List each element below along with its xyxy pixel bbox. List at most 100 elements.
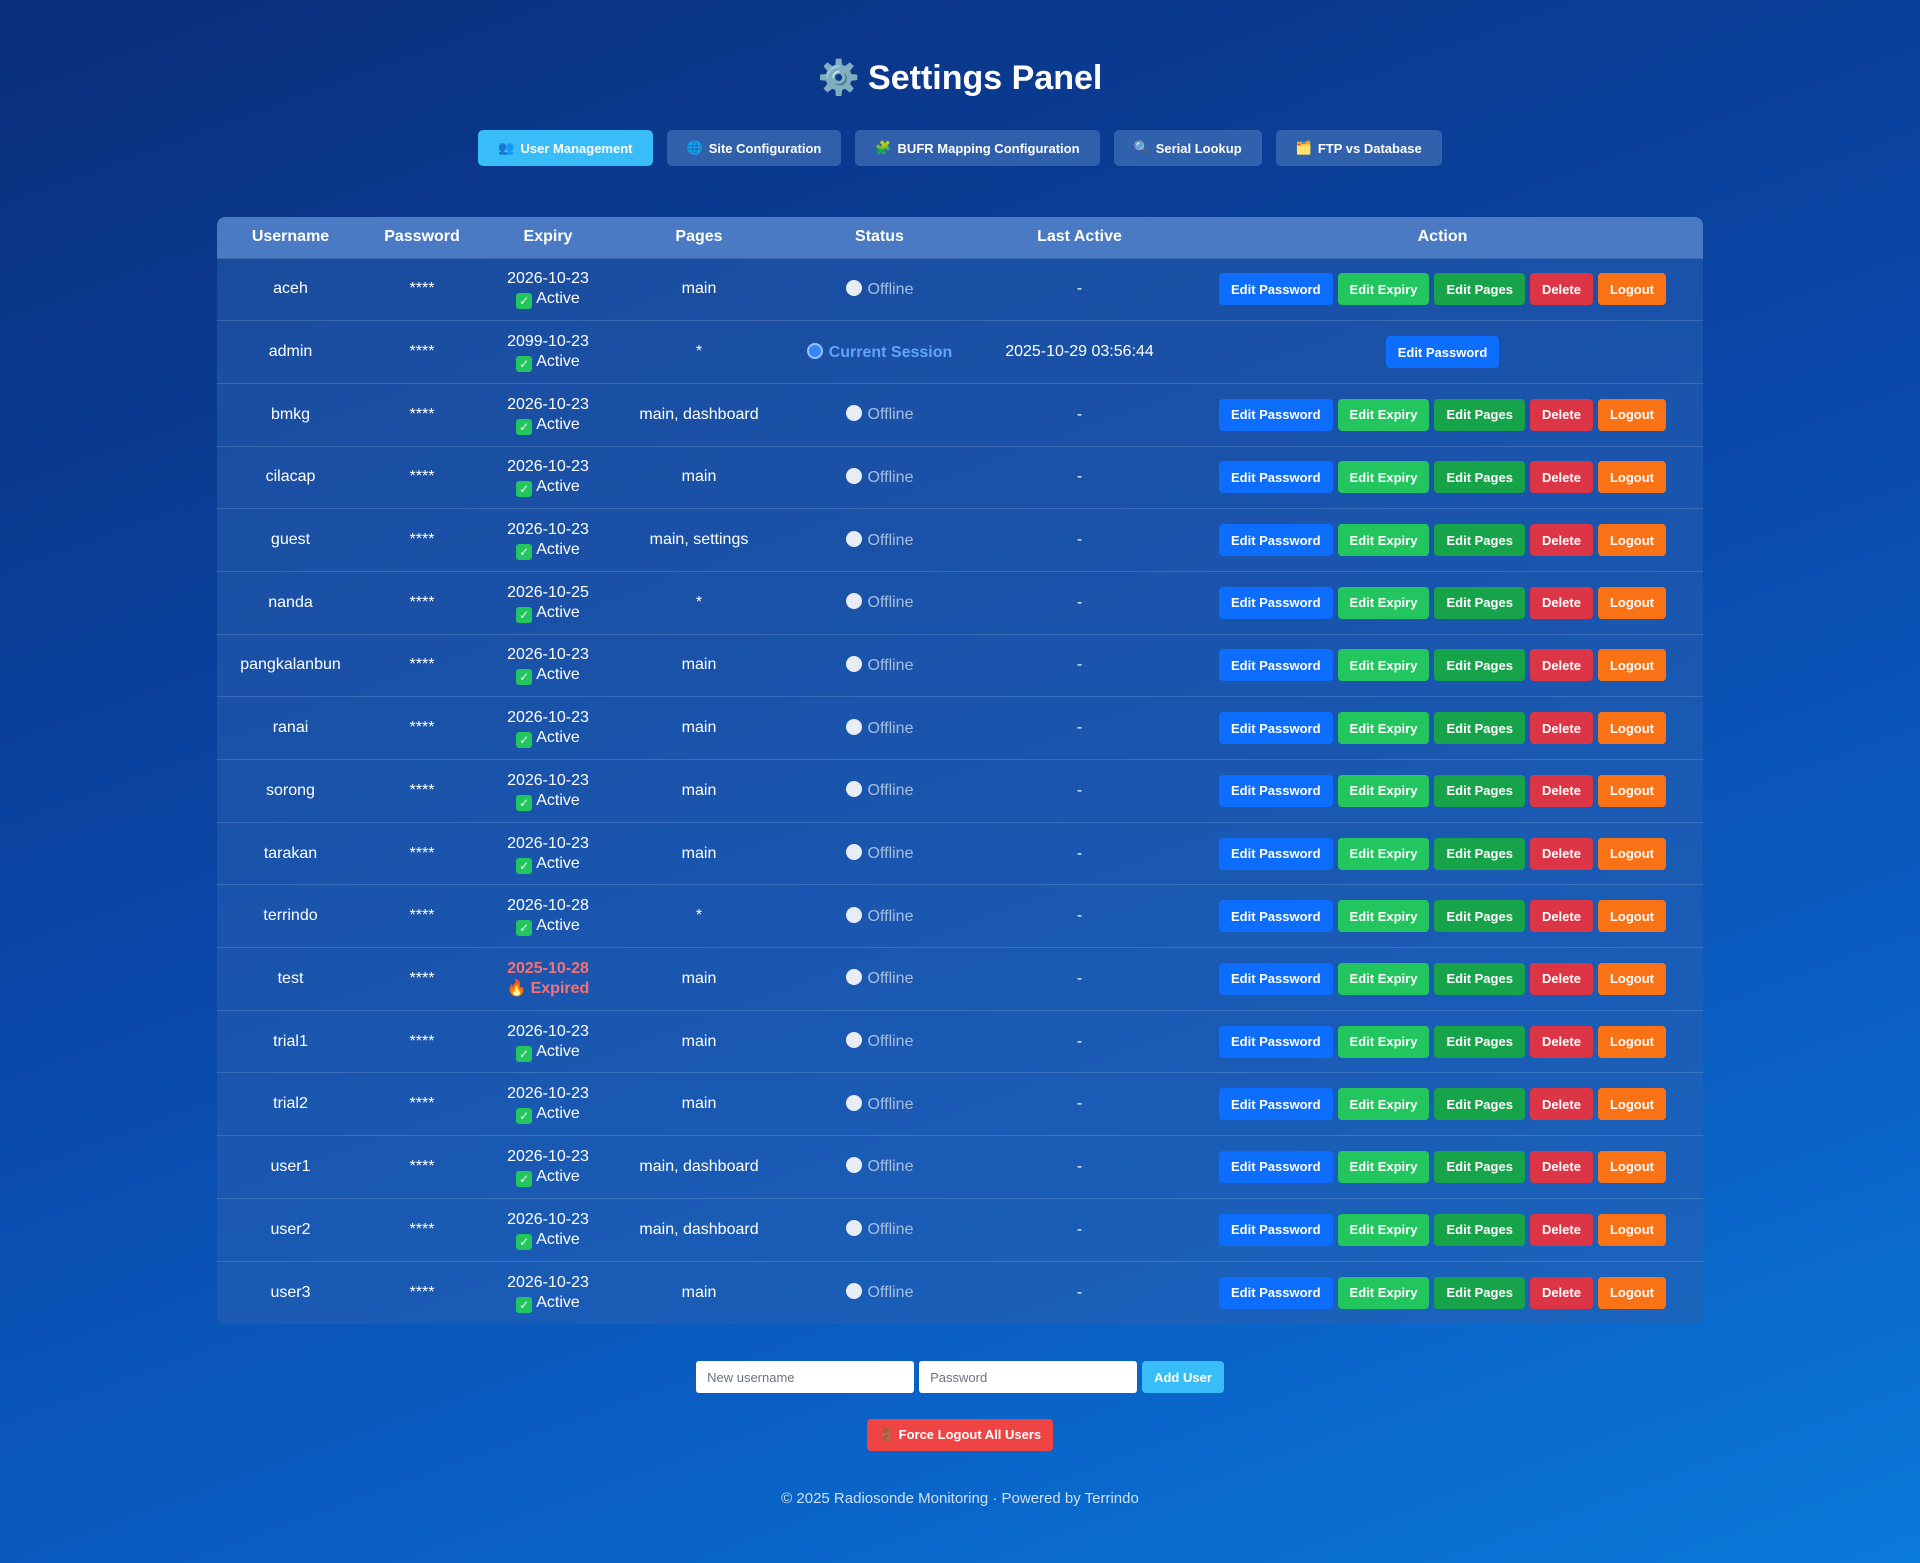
edit-expiry-button[interactable]: Edit Expiry [1337,712,1430,745]
action-cell: Edit Password Edit Expiry Edit Pages Delete… [1182,1261,1703,1324]
edit-password-button[interactable]: Edit Password [1218,1088,1333,1121]
edit-pages-button[interactable]: Edit Pages [1434,712,1525,745]
delete-button[interactable]: Delete [1529,774,1593,807]
tab-serial-lookup[interactable]: 🔍 Serial Lookup [1113,130,1262,166]
force-logout-all-button[interactable]: 🚪 Force Logout All Users [866,1419,1054,1451]
edit-pages-button[interactable]: Edit Pages [1434,461,1525,494]
edit-pages-button[interactable]: Edit Pages [1434,524,1525,557]
edit-expiry-button[interactable]: Edit Expiry [1337,837,1430,870]
tab-ftp-vs-database[interactable]: 🗂️ FTP vs Database [1275,130,1442,166]
edit-expiry-button[interactable]: Edit Expiry [1337,461,1430,494]
logout-button[interactable]: Logout [1597,774,1667,807]
edit-password-button[interactable]: Edit Password [1218,398,1333,431]
logout-button[interactable]: Logout [1597,461,1667,494]
edit-password-button[interactable]: Edit Password [1218,900,1333,933]
delete-button[interactable]: Delete [1529,1276,1593,1309]
delete-button[interactable]: Delete [1529,461,1593,494]
logout-button[interactable]: Logout [1597,398,1667,431]
delete-button[interactable]: Delete [1529,962,1593,995]
logout-button[interactable]: Logout [1597,1025,1667,1058]
edit-expiry-button[interactable]: Edit Expiry [1337,273,1430,306]
edit-pages-button[interactable]: Edit Pages [1434,1088,1525,1121]
check-icon: ✓ [516,544,533,561]
edit-pages-button[interactable]: Edit Pages [1434,774,1525,807]
action-buttons: Edit Password Edit Expiry Edit Pages Delete… [1182,524,1703,557]
edit-password-button[interactable]: Edit Password [1218,837,1333,870]
tab-user-management[interactable]: 👥 User Management [478,130,653,166]
delete-button[interactable]: Delete [1529,1088,1593,1121]
edit-pages-button[interactable]: Edit Pages [1434,900,1525,933]
last-active-cell: - [1076,1220,1083,1238]
edit-expiry-button[interactable]: Edit Expiry [1337,774,1430,807]
edit-pages-button[interactable]: Edit Pages [1434,1150,1525,1183]
logout-button[interactable]: Logout [1597,1213,1667,1246]
edit-expiry-button[interactable]: Edit Expiry [1337,649,1430,682]
logout-button[interactable]: Logout [1597,900,1667,933]
edit-password-button[interactable]: Edit Password [1218,586,1333,619]
edit-pages-button[interactable]: Edit Pages [1434,586,1525,619]
expiry-cell: 2026-10-23 ✓ Active [480,258,616,321]
logout-button[interactable]: Logout [1597,649,1667,682]
delete-button[interactable]: Delete [1529,1213,1593,1246]
new-password-input[interactable] [919,1361,1138,1393]
action-cell: Edit Password Edit Expiry Edit Pages Delete… [1182,571,1703,634]
logout-button[interactable]: Logout [1597,1150,1667,1183]
logout-button[interactable]: Logout [1597,586,1667,619]
delete-button[interactable]: Delete [1529,398,1593,431]
edit-expiry-button[interactable]: Edit Expiry [1337,1150,1430,1183]
delete-button[interactable]: Delete [1529,712,1593,745]
edit-pages-button[interactable]: Edit Pages [1434,398,1525,431]
delete-button[interactable]: Delete [1529,837,1593,870]
tab-bufr-mapping-configuration[interactable]: 🧩 BUFR Mapping Configuration [855,130,1100,166]
edit-expiry-button[interactable]: Edit Expiry [1337,1276,1430,1309]
edit-pages-button[interactable]: Edit Pages [1434,837,1525,870]
action-buttons: Edit Password Edit Expiry Edit Pages Delete… [1182,900,1703,933]
edit-password-button[interactable]: Edit Password [1218,962,1333,995]
edit-password-button[interactable]: Edit Password [1218,1150,1333,1183]
edit-pages-button[interactable]: Edit Pages [1434,273,1525,306]
edit-expiry-button[interactable]: Edit Expiry [1337,1025,1430,1058]
edit-password-button[interactable]: Edit Password [1218,712,1333,745]
edit-password-button[interactable]: Edit Password [1218,524,1333,557]
logout-button[interactable]: Logout [1597,1088,1667,1121]
new-username-input[interactable] [696,1361,915,1393]
delete-button[interactable]: Delete [1529,649,1593,682]
edit-pages-button[interactable]: Edit Pages [1434,1276,1525,1309]
edit-pages-button[interactable]: Edit Pages [1434,1025,1525,1058]
edit-expiry-button[interactable]: Edit Expiry [1337,900,1430,933]
logout-button[interactable]: Logout [1597,273,1667,306]
logout-button[interactable]: Logout [1597,712,1667,745]
edit-pages-button[interactable]: Edit Pages [1434,649,1525,682]
edit-password-button[interactable]: Edit Password [1218,1213,1333,1246]
edit-expiry-button[interactable]: Edit Expiry [1337,962,1430,995]
edit-expiry-button[interactable]: Edit Expiry [1337,524,1430,557]
logout-button[interactable]: Logout [1597,962,1667,995]
edit-password-button[interactable]: Edit Password [1385,336,1500,369]
action-buttons: Edit Password Edit Expiry Edit Pages Delete… [1182,774,1703,807]
edit-expiry-button[interactable]: Edit Expiry [1337,1213,1430,1246]
tab-site-configuration[interactable]: 🌐 Site Configuration [666,130,842,166]
logout-button[interactable]: Logout [1597,524,1667,557]
edit-expiry-button[interactable]: Edit Expiry [1337,1088,1430,1121]
edit-password-button[interactable]: Edit Password [1218,1025,1333,1058]
edit-password-button[interactable]: Edit Password [1218,774,1333,807]
edit-password-button[interactable]: Edit Password [1218,273,1333,306]
pages-cell: main [681,781,717,799]
edit-expiry-button[interactable]: Edit Expiry [1337,398,1430,431]
delete-button[interactable]: Delete [1529,586,1593,619]
edit-password-button[interactable]: Edit Password [1218,461,1333,494]
edit-password-button[interactable]: Edit Password [1218,649,1333,682]
delete-button[interactable]: Delete [1529,273,1593,306]
delete-button[interactable]: Delete [1529,1150,1593,1183]
expiry-status-label: Active [536,415,580,433]
edit-pages-button[interactable]: Edit Pages [1434,1213,1525,1246]
edit-expiry-button[interactable]: Edit Expiry [1337,586,1430,619]
delete-button[interactable]: Delete [1529,1025,1593,1058]
edit-pages-button[interactable]: Edit Pages [1434,962,1525,995]
edit-password-button[interactable]: Edit Password [1218,1276,1333,1309]
delete-button[interactable]: Delete [1529,524,1593,557]
logout-button[interactable]: Logout [1597,837,1667,870]
delete-button[interactable]: Delete [1529,900,1593,933]
add-user-button[interactable]: Add User [1142,1361,1224,1393]
logout-button[interactable]: Logout [1597,1276,1667,1309]
